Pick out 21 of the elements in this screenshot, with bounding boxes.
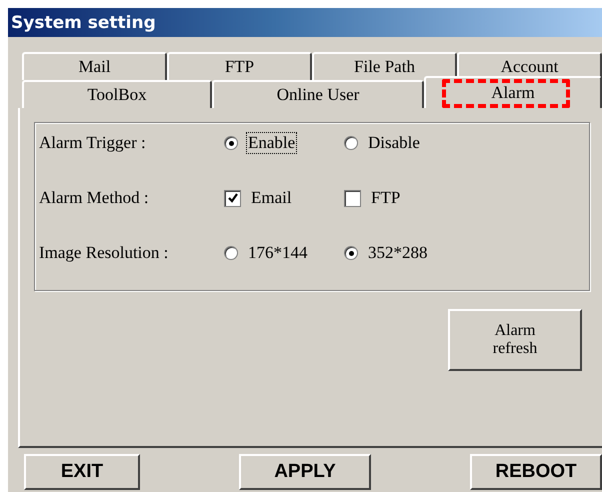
action-button[interactable]: REBOOT	[470, 454, 602, 490]
radio-option[interactable]: Disable	[344, 132, 464, 154]
checkbox-option[interactable]: Email	[224, 187, 344, 209]
tab[interactable]: Online User	[212, 80, 424, 108]
action-button[interactable]: APPLY	[239, 454, 371, 490]
setting-label: Image Resolution :	[39, 243, 170, 263]
check-icon	[226, 192, 238, 204]
checkbox-option[interactable]: FTP	[344, 187, 464, 209]
tab[interactable]: File Path	[312, 52, 457, 80]
action-button[interactable]: EXIT	[24, 454, 140, 490]
tab[interactable]: FTP	[167, 52, 312, 80]
tab[interactable]: Alarm	[424, 76, 602, 108]
radio-option[interactable]: 176*144	[224, 242, 344, 264]
alarm-refresh-button[interactable]: Alarm refresh	[448, 309, 582, 371]
setting-label: Alarm Method :	[39, 188, 150, 208]
radio-option[interactable]: 352*288	[344, 242, 464, 264]
tab[interactable]: ToolBox	[22, 80, 212, 108]
radio-option[interactable]: Enable	[224, 132, 344, 154]
tab[interactable]: Mail	[22, 52, 167, 80]
setting-label: Alarm Trigger :	[39, 133, 147, 153]
window-title: System setting	[11, 12, 156, 32]
